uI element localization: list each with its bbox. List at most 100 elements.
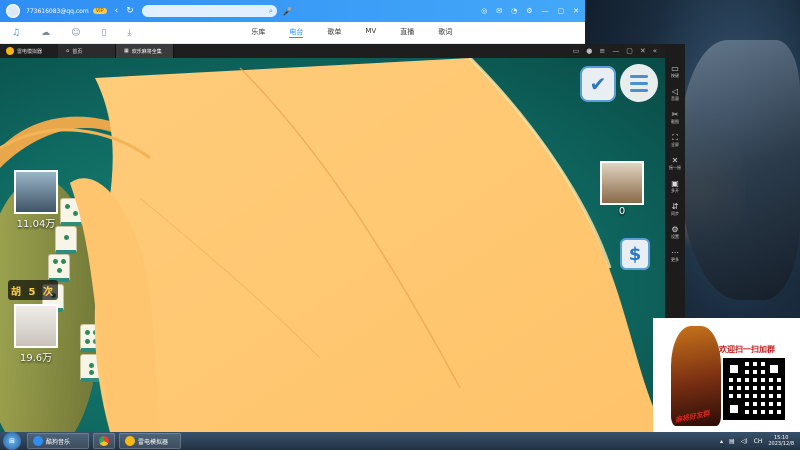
minimize-icon[interactable]: —	[542, 7, 549, 15]
tab-music-library[interactable]: 乐库	[251, 27, 265, 38]
search-icon[interactable]: ⌕	[269, 7, 273, 16]
side-tool-settings[interactable]: ⚙ 设置	[671, 225, 679, 240]
clock[interactable]: 15:10 2023/12/8	[768, 435, 794, 447]
fullscreen-icon: ⛶	[672, 133, 678, 142]
kugou-icon	[33, 436, 43, 446]
player-score: 0	[618, 206, 626, 217]
emulator-window-controls: ▭ ● ≡ — ▢ ✕ «	[573, 47, 665, 55]
side-tool-label: 设置	[671, 234, 679, 239]
music-player-nav: ♫ ☁ ☺ ▯ ⤓ 乐库 电台 歌单 MV 直播 歌词	[0, 22, 585, 44]
player-avatar	[600, 161, 644, 205]
tab-playlists[interactable]: 歌单	[327, 27, 341, 38]
game-viewport[interactable]: 11.04万 胡 5 次 19.6万 0 ✔ $	[0, 58, 665, 432]
side-tool-label: 音量	[671, 96, 679, 101]
player-avatar	[14, 170, 58, 214]
mail-icon[interactable]: ✉	[496, 7, 502, 15]
side-tool-shake[interactable]: ✕ 摇一摇	[669, 156, 681, 171]
check-icon: ✔	[589, 72, 607, 96]
maximize-icon[interactable]: ▢	[558, 7, 565, 15]
collapse-icon[interactable]: «	[653, 47, 657, 55]
game-icon[interactable]: ◎	[481, 7, 487, 15]
tab-mahjong-game[interactable]: ▦ 欢乐麻将全集	[116, 44, 174, 58]
tab-home-label: 首页	[72, 48, 83, 55]
skin-icon[interactable]: ◔	[511, 7, 517, 15]
keyboard-icon: ▭	[671, 64, 679, 73]
tab-live[interactable]: 直播	[400, 27, 414, 38]
desktop: 773616083@qq.com VIP ‹ ↻ ⌕ 🎤 ◎ ✉ ◔ ⚙ — ▢…	[0, 0, 800, 450]
music-player-titlebar: 773616083@qq.com VIP ‹ ↻ ⌕ 🎤 ◎ ✉ ◔ ⚙ — ▢…	[0, 0, 585, 22]
menu-line	[630, 74, 648, 78]
player-score: 11.04万	[16, 219, 56, 230]
sidebar-tools: ♫ ☁ ☺ ▯ ⤓	[6, 28, 131, 38]
dollar-icon: $	[628, 243, 642, 265]
microphone-icon[interactable]: 🎤	[283, 7, 293, 16]
tab-radio[interactable]: 电台	[289, 27, 304, 38]
close-icon[interactable]: ✕	[573, 7, 579, 15]
keyboard-icon[interactable]: ▭	[573, 47, 580, 55]
player-card-left-top[interactable]: 11.04万	[14, 170, 58, 230]
search-input[interactable]: ⌕	[141, 5, 277, 17]
player-card-left-bottom[interactable]: 19.6万	[14, 304, 58, 364]
menu-line	[630, 81, 648, 85]
refresh-icon[interactable]: ↻	[126, 6, 134, 16]
side-tool-label: 更多	[671, 257, 679, 262]
side-tool-multi[interactable]: ▣ 多开	[671, 179, 679, 194]
side-tool-label: 多开	[671, 188, 679, 193]
vip-badge[interactable]: VIP	[92, 8, 107, 14]
settings-icon[interactable]: ⚙	[526, 7, 532, 15]
taskbar: ⊞ 酷狗音乐 雷电模拟器 ▴ ▤ ◁) CH 15:10 2023/12/8	[0, 432, 800, 450]
window-controls: ◎ ✉ ◔ ⚙ — ▢ ✕	[481, 7, 579, 15]
clock-date: 2023/12/8	[768, 441, 794, 447]
side-tool-volume[interactable]: ◁ 音量	[671, 87, 679, 102]
side-tool-label: 按键	[671, 73, 679, 78]
phone-icon[interactable]: ▯	[101, 28, 106, 38]
ready-button[interactable]: ✔	[580, 66, 616, 102]
network-icon[interactable]: ▤	[729, 438, 735, 445]
side-tool-screenshot[interactable]: ✂ 截图	[671, 110, 679, 125]
shop-button[interactable]: $	[620, 238, 650, 270]
player-card-right[interactable]: 0	[600, 161, 644, 217]
language-indicator[interactable]: CH	[754, 438, 763, 445]
windows-icon: ⊞	[9, 437, 15, 445]
game-menu-button[interactable]	[620, 64, 658, 102]
home-icon: ⌂	[66, 48, 70, 54]
back-icon[interactable]: ‹	[115, 6, 119, 16]
download-icon[interactable]: ⤓	[127, 28, 131, 38]
record-icon[interactable]: ●	[586, 47, 592, 55]
tab-home[interactable]: ⌂ 首页	[58, 44, 116, 58]
cloud-icon[interactable]: ☁	[41, 28, 50, 38]
friends-icon[interactable]: ☺	[71, 28, 80, 38]
tray-chevron-icon[interactable]: ▴	[720, 438, 723, 445]
account-name[interactable]: 773616083@qq.com	[26, 8, 89, 15]
volume-icon: ◁	[671, 87, 679, 96]
taskbar-item-kugou[interactable]: 酷狗音乐	[27, 433, 89, 449]
volume-icon[interactable]: ◁)	[741, 438, 748, 445]
tab-lyrics[interactable]: 歌词	[438, 27, 452, 38]
shake-icon: ✕	[671, 156, 679, 165]
taskbar-item-emulator[interactable]: 雷电模拟器	[119, 433, 181, 449]
emulator-titlebar: 雷电模拟器 ⌂ 首页 ▦ 欢乐麻将全集 ▭ ● ≡ — ▢ ✕ «	[0, 44, 665, 58]
music-player-window: 773616083@qq.com VIP ‹ ↻ ⌕ 🎤 ◎ ✉ ◔ ⚙ — ▢…	[0, 0, 585, 44]
avatar[interactable]	[6, 4, 20, 18]
sync-icon: ⇵	[671, 202, 679, 211]
tab-mv[interactable]: MV	[365, 27, 376, 38]
maximize-icon[interactable]: ▢	[626, 47, 633, 55]
side-tool-sync[interactable]: ⇵ 同步	[671, 202, 679, 217]
minimize-icon[interactable]: —	[612, 47, 619, 55]
close-icon[interactable]: ✕	[640, 47, 646, 55]
side-tool-keymap[interactable]: ▭ 按键	[671, 64, 679, 79]
taskbar-item-browser[interactable]	[93, 433, 115, 449]
side-tool-label: 同步	[671, 211, 679, 216]
side-tool-more[interactable]: ⋯ 更多	[671, 248, 679, 263]
side-tool-fullscreen[interactable]: ⛶ 全屏	[671, 133, 679, 148]
player-score: 19.6万	[19, 353, 53, 364]
qr-code	[723, 358, 785, 420]
system-tray: ▴ ▤ ◁) CH 15:10 2023/12/8	[720, 435, 800, 447]
qr-finder	[727, 402, 741, 416]
multi-window-icon: ▣	[671, 179, 679, 188]
music-tabs: 乐库 电台 歌单 MV 直播 歌词	[251, 27, 452, 38]
start-button[interactable]: ⊞	[3, 432, 21, 450]
music-note-icon[interactable]: ♫	[12, 28, 20, 38]
gear-icon: ⚙	[671, 225, 679, 234]
menu-icon[interactable]: ≡	[599, 47, 605, 55]
